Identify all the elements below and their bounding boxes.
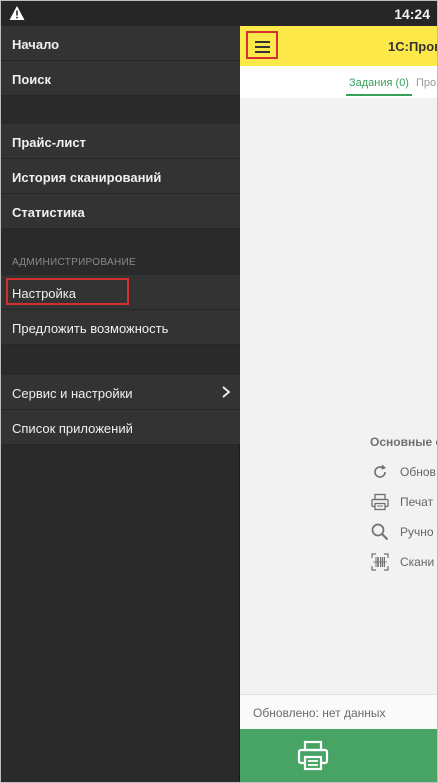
nav-item-statistics[interactable]: Статистика xyxy=(0,194,240,229)
action-manual-search[interactable]: Ручно xyxy=(370,522,438,544)
search-icon xyxy=(371,523,389,541)
nav-item-settings[interactable]: Настройка xyxy=(0,275,240,310)
status-time: 14:24 xyxy=(394,6,430,22)
nav-item-price-list[interactable]: Прайс-лист xyxy=(0,124,240,159)
action-scan-label: Скани xyxy=(400,555,435,569)
nav-item-suggest-feature[interactable]: Предложить возможность xyxy=(0,310,240,345)
action-refresh-label: Обнов xyxy=(400,465,436,479)
menu-icon-bar xyxy=(255,51,270,53)
drawer-divider xyxy=(0,96,240,124)
nav-item-label: Статистика xyxy=(12,205,85,220)
refresh-icon xyxy=(374,464,386,478)
printer-icon xyxy=(297,740,329,771)
hamburger-menu-button[interactable] xyxy=(246,31,278,59)
tab-tasks[interactable]: Задания (0) xyxy=(349,77,409,89)
nav-item-label: История сканирований xyxy=(12,170,162,185)
printer-icon xyxy=(371,493,389,511)
update-status: Обновлено: нет данных xyxy=(240,694,438,729)
drawer-divider xyxy=(0,345,240,375)
nav-item-scan-history[interactable]: История сканирований xyxy=(0,159,240,194)
navigation-drawer: Начало Поиск Прайс-лист История сканиров… xyxy=(0,26,240,783)
menu-icon-bar xyxy=(255,46,270,48)
print-button[interactable] xyxy=(240,729,438,783)
tab-other[interactable]: Про xyxy=(416,77,436,89)
app-toolbar: 1С:Пров xyxy=(240,26,438,66)
nav-item-label: Список приложений xyxy=(12,421,133,436)
update-status-text: Обновлено: нет данных xyxy=(253,706,386,720)
screen: 14:24 1С:Пров Задания (0) Про Основные с… xyxy=(0,0,438,783)
main-app: 1С:Пров Задания (0) Про Основные с Обнов… xyxy=(240,26,438,783)
admin-section: АДМИНИСТРИРОВАНИЕ xyxy=(0,229,240,275)
nav-item-label: Настройка xyxy=(12,286,76,301)
nav-item-home[interactable]: Начало xyxy=(0,26,240,61)
nav-item-label: Предложить возможность xyxy=(12,321,169,336)
nav-item-search[interactable]: Поиск xyxy=(0,61,240,96)
admin-section-header: АДМИНИСТРИРОВАНИЕ xyxy=(12,257,136,268)
action-manual-label: Ручно xyxy=(400,525,434,539)
nav-item-label: Начало xyxy=(12,37,60,52)
nav-item-label: Прайс-лист xyxy=(12,135,86,150)
action-refresh[interactable]: Обнов xyxy=(370,462,438,484)
warning-triangle-icon xyxy=(9,6,25,20)
menu-icon xyxy=(255,41,270,43)
barcode-scan-icon xyxy=(371,553,389,571)
chevron-right-icon xyxy=(222,386,231,398)
action-print-label: Печат xyxy=(400,495,434,509)
nav-item-label: Сервис и настройки xyxy=(12,386,133,401)
nav-item-label: Поиск xyxy=(12,72,52,87)
action-print[interactable]: Печат xyxy=(370,492,438,514)
action-scan[interactable]: Скани xyxy=(370,552,438,574)
app-title: 1С:Пров xyxy=(388,39,438,54)
nav-item-app-list[interactable]: Список приложений xyxy=(0,410,240,445)
status-bar: 14:24 xyxy=(0,0,438,26)
active-tab-indicator xyxy=(346,94,412,96)
main-actions-title: Основные с xyxy=(370,435,438,449)
nav-item-service-settings[interactable]: Сервис и настройки xyxy=(0,375,240,410)
tab-bar: Задания (0) Про xyxy=(240,66,438,98)
